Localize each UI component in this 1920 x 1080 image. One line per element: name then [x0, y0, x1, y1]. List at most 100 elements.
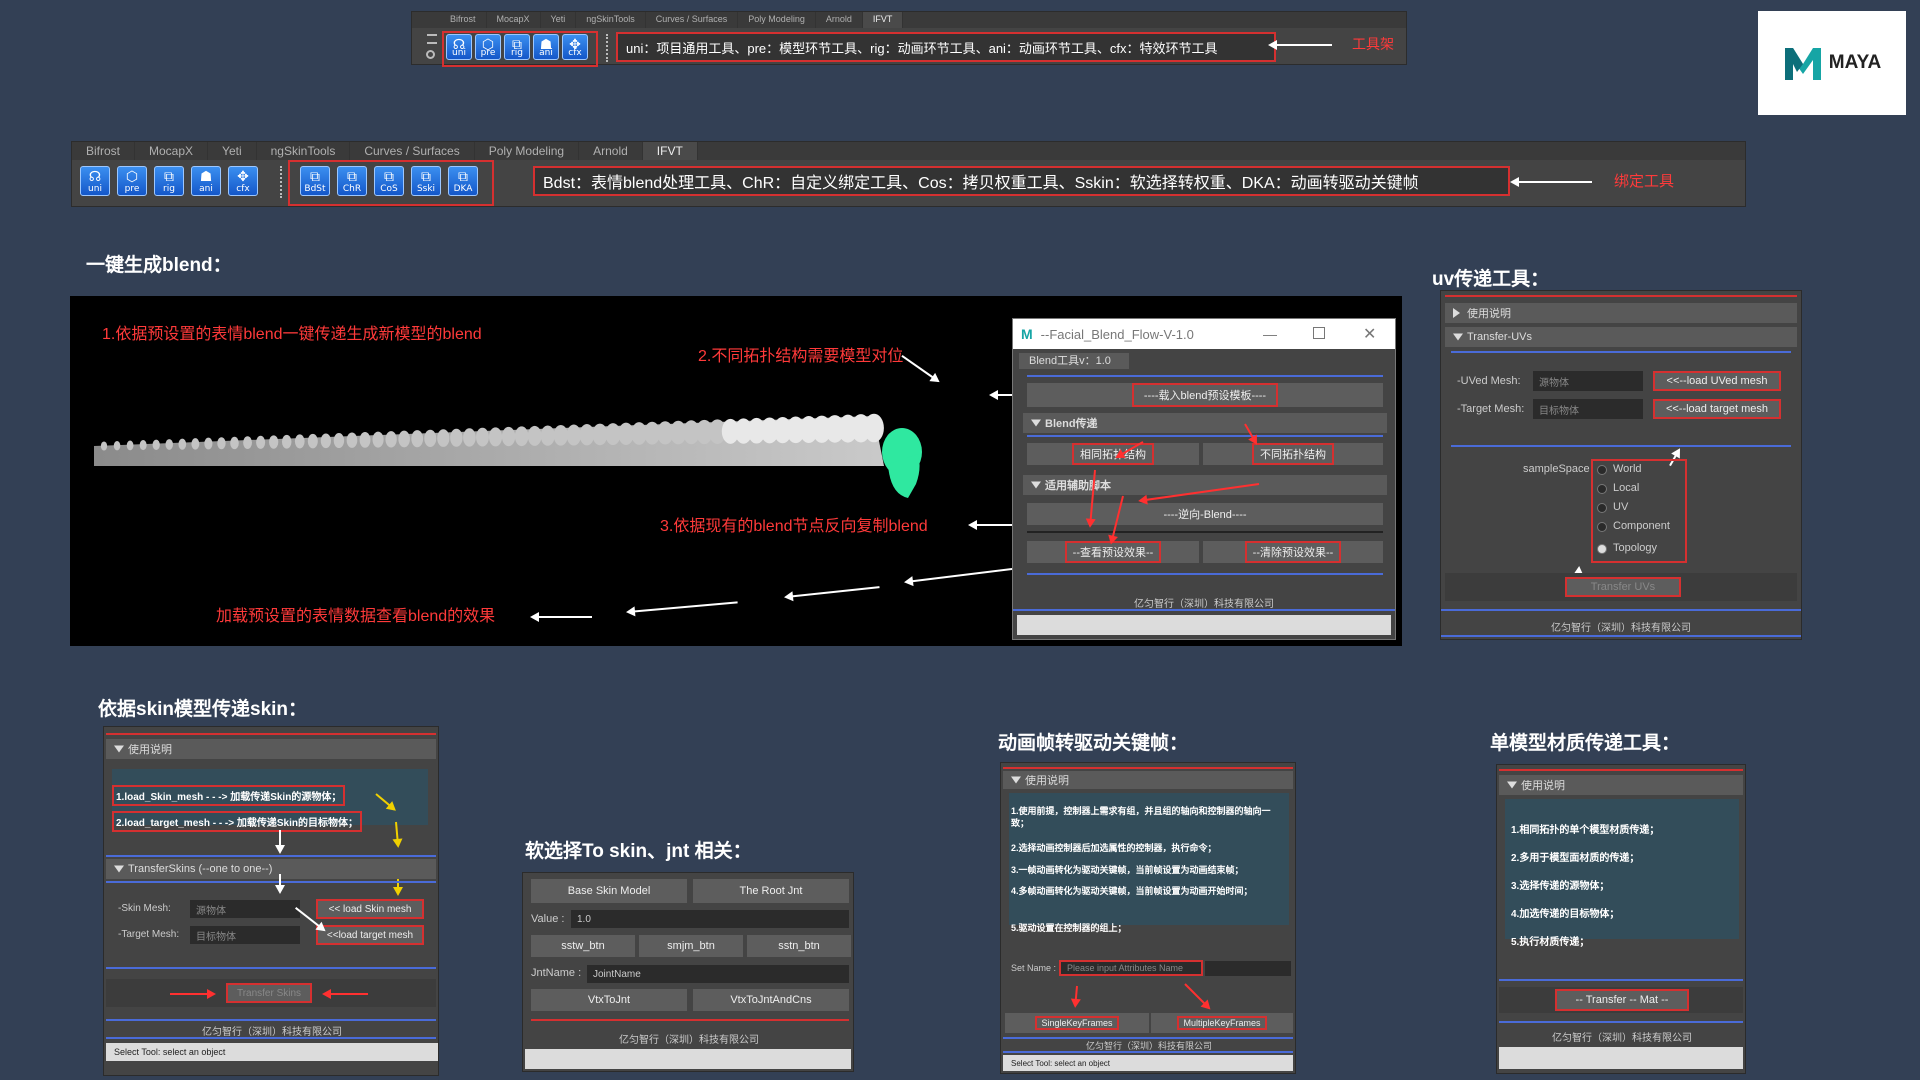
top-tab-curves[interactable]: Curves / Surfaces: [646, 12, 739, 28]
head-silhouette: [527, 425, 542, 446]
blend-transfer-section[interactable]: Blend传递: [1023, 413, 1387, 433]
clear-preset-button[interactable]: --清除预设效果--: [1203, 541, 1383, 563]
pre-button[interactable]: ⬡ pre: [117, 166, 147, 196]
tab-yeti[interactable]: Yeti: [208, 142, 257, 160]
radio-uv[interactable]: [1597, 503, 1607, 513]
rig-button[interactable]: ⧉ rig: [154, 166, 184, 196]
close-icon[interactable]: ✕: [1363, 324, 1376, 344]
window-tab[interactable]: Blend工具v：1.0: [1019, 353, 1129, 369]
cos-button[interactable]: ⧉ CoS: [374, 166, 404, 196]
ani-button[interactable]: ☗ ani: [191, 166, 221, 196]
radio-component[interactable]: [1597, 522, 1607, 532]
mat-statusbar: [1499, 1047, 1743, 1069]
top-cfx-button[interactable]: ✥ cfx: [562, 34, 588, 60]
transfer-mat-button[interactable]: -- Transfer -- Mat --: [1555, 989, 1689, 1011]
top-rig-button[interactable]: ⧉ rig: [504, 34, 530, 60]
minimize-icon[interactable]: —: [1263, 326, 1277, 342]
tab-arnold[interactable]: Arnold: [579, 142, 643, 160]
radio-world[interactable]: [1597, 465, 1607, 475]
expand-icon: [1453, 308, 1460, 318]
collapse-icon: [1507, 781, 1517, 789]
chr-button[interactable]: ⧉ ChR: [337, 166, 367, 196]
top-tab-ifvt[interactable]: IFVT: [862, 12, 904, 28]
blend-arrow-d: [905, 566, 1026, 583]
top-shelf: Bifrost MocapX Yeti ngSkinTools Curves /…: [411, 11, 1407, 67]
anim-help-line-4: 4.多帧动画转化为驱动关键帧，当前帧设置为动画开始时间；: [1011, 886, 1253, 896]
top-tab-ngskintools[interactable]: ngSkinTools: [576, 12, 646, 28]
sstn-button[interactable]: sstn_btn: [747, 935, 851, 957]
load-uv-target-button[interactable]: <<--load target mesh: [1653, 399, 1781, 419]
blend-arrow-g: [530, 612, 592, 622]
bdst-button[interactable]: ⧉ BdSt: [300, 166, 330, 196]
red-arrow: [1074, 985, 1078, 1007]
cfx-button[interactable]: ✥ cfx: [228, 166, 258, 196]
top-uni-button[interactable]: ☊ uni: [446, 34, 472, 60]
tab-curves[interactable]: Curves / Surfaces: [350, 142, 475, 160]
top-tab-arnold[interactable]: Arnold: [816, 12, 863, 28]
collapse-icon: [1011, 776, 1021, 784]
skin-target-mesh-input[interactable]: 目标物体: [190, 926, 300, 944]
transfer-skins-button[interactable]: Transfer Skins: [226, 983, 312, 1003]
dka-button[interactable]: ⧉ DKA: [448, 166, 478, 196]
top-ani-button[interactable]: ☗ ani: [533, 34, 559, 60]
root-jnt-button[interactable]: The Root Jnt: [693, 879, 849, 903]
sample-space-label: sampleSpace: [1523, 463, 1590, 475]
soft-select-heading: 软选择To skin、jnt 相关：: [525, 841, 752, 862]
mat-help-section[interactable]: 使用说明: [1499, 775, 1743, 795]
multiple-keyframes-button[interactable]: MultipleKeyFrames: [1151, 1013, 1293, 1033]
head-silhouette: [450, 428, 463, 447]
sski-button[interactable]: ⧉ Sski: [411, 166, 441, 196]
set-name-input[interactable]: Please input Attributes Name: [1059, 960, 1203, 976]
tab-mocapx[interactable]: MocapX: [135, 142, 209, 160]
tab-bifrost[interactable]: Bifrost: [72, 142, 136, 160]
tab-poly[interactable]: Poly Modeling: [475, 142, 580, 160]
transfer-uvs-button[interactable]: Transfer UVs: [1565, 577, 1681, 597]
tab-ifvt[interactable]: IFVT: [642, 142, 698, 160]
skin-help-line-2: 2.load_target_mesh - - -> 加载传递Skin的目标物体；: [112, 811, 362, 832]
top-tab-bifrost[interactable]: Bifrost: [440, 12, 487, 28]
uni-button[interactable]: ☊ uni: [80, 166, 110, 196]
maximize-icon[interactable]: [1313, 327, 1325, 339]
blend-icon: ⧉: [310, 168, 320, 184]
top-tab-poly[interactable]: Poly Modeling: [738, 12, 816, 28]
radio-world-label: World: [1613, 463, 1642, 475]
top-tab-yeti[interactable]: Yeti: [541, 12, 577, 28]
top-shelf-gear-icon[interactable]: [426, 50, 435, 59]
skin-mesh-input[interactable]: 源物体: [190, 900, 300, 918]
jnt-name-input[interactable]: JointName: [587, 965, 849, 983]
head-silhouette: [540, 425, 555, 446]
transfer-skins-section[interactable]: TransferSkins (--one to one--): [106, 859, 436, 879]
load-uved-mesh-button[interactable]: <<--load UVed mesh: [1653, 371, 1781, 391]
top-tab-mocapx[interactable]: MocapX: [487, 12, 541, 28]
value-input[interactable]: 1.0: [571, 910, 849, 928]
uved-mesh-input[interactable]: 源物体: [1533, 371, 1643, 391]
reverse-blend-button[interactable]: ----逆向-Blend----: [1027, 503, 1383, 525]
base-skin-model-button[interactable]: Base Skin Model: [531, 879, 687, 903]
load-preset-button[interactable]: ----载入blend预设模板----: [1027, 383, 1383, 407]
collapse-icon: [1031, 419, 1041, 427]
diff-topo-button[interactable]: 不同拓扑结构: [1203, 443, 1383, 465]
uv-transfer-section[interactable]: Transfer-UVs: [1445, 327, 1797, 347]
tab-ngskintools[interactable]: ngSkinTools: [257, 142, 351, 160]
single-keyframes-button[interactable]: SingleKeyFrames: [1005, 1013, 1149, 1033]
anim-help-section[interactable]: 使用说明: [1003, 771, 1293, 789]
divider: [1441, 635, 1801, 637]
load-skin-target-button[interactable]: <<load target mesh: [316, 925, 424, 945]
top-pre-button[interactable]: ⬡ pre: [475, 34, 501, 60]
radio-local[interactable]: [1597, 484, 1607, 494]
load-skin-mesh-button[interactable]: << load Skin mesh: [316, 899, 424, 919]
radio-topology[interactable]: [1597, 544, 1607, 554]
head-silhouette: [307, 433, 318, 449]
smjm-button[interactable]: smjm_btn: [639, 935, 743, 957]
cube-icon: ⬡: [481, 36, 495, 52]
sstw-button[interactable]: sstw_btn: [531, 935, 635, 957]
head-silhouette: [243, 436, 252, 450]
skin-panel: 使用说明 1.load_Skin_mesh - - -> 加载传递Skin的源物…: [103, 726, 439, 1076]
main-shelf-divider: [280, 166, 282, 198]
uv-target-mesh-input[interactable]: 目标物体: [1533, 399, 1643, 419]
top-shelf-menu-icon[interactable]: [427, 34, 437, 44]
vtx-to-jnt-button[interactable]: VtxToJnt: [531, 989, 687, 1011]
uv-help-section[interactable]: 使用说明: [1445, 303, 1797, 323]
vtx-to-jnt-cns-button[interactable]: VtxToJntAndCns: [693, 989, 849, 1011]
skin-help-section[interactable]: 使用说明: [106, 739, 436, 759]
